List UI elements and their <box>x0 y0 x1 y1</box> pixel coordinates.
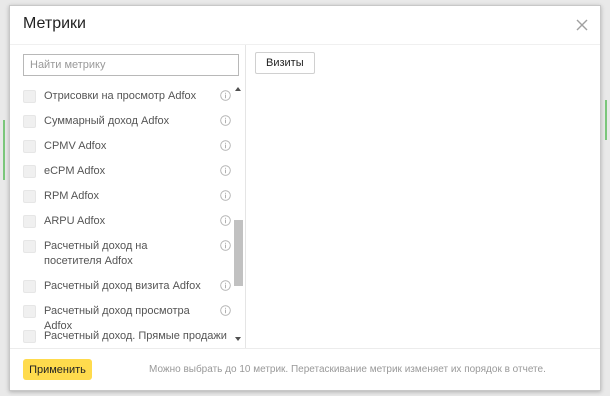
info-icon[interactable] <box>220 190 231 201</box>
list-item[interactable]: ARPU Adfox <box>23 214 231 229</box>
list-item[interactable]: RPM Adfox <box>23 189 231 204</box>
info-icon[interactable] <box>220 165 231 176</box>
list-scrollbar[interactable] <box>232 82 245 346</box>
apply-button[interactable]: Применить <box>23 359 92 380</box>
info-icon[interactable] <box>220 240 231 251</box>
info-icon[interactable] <box>220 215 231 226</box>
metric-checkbox[interactable] <box>23 90 36 103</box>
metric-search-input[interactable] <box>23 54 239 76</box>
metric-label: Расчетный доход на посетителя Adfox <box>44 240 148 267</box>
scrollbar-thumb[interactable] <box>234 220 243 286</box>
info-icon[interactable] <box>220 115 231 126</box>
background-chart-line <box>3 120 5 180</box>
scroll-down-arrow-icon[interactable] <box>235 337 241 341</box>
info-icon[interactable] <box>220 140 231 151</box>
metrics-dialog: Метрики Отрисовки на просмотр Adfox Сумм… <box>9 5 601 391</box>
dialog-title: Метрики <box>23 15 86 32</box>
metric-label: Суммарный доход Adfox <box>44 115 170 127</box>
metric-checkbox[interactable] <box>23 280 36 293</box>
list-item[interactable]: Расчетный доход визита Adfox <box>23 279 231 294</box>
metric-label: eCPM Adfox <box>44 165 106 177</box>
metric-checkbox[interactable] <box>23 330 36 343</box>
metric-checkbox[interactable] <box>23 140 36 153</box>
list-item[interactable]: CPMV Adfox <box>23 139 231 154</box>
metrics-list: Отрисовки на просмотр Adfox Суммарный до… <box>10 82 246 346</box>
metrics-picker-pane: Отрисовки на просмотр Adfox Суммарный до… <box>10 45 246 348</box>
metric-label: Расчетный доход визита Adfox <box>44 280 201 292</box>
metric-label: CPMV Adfox <box>44 140 107 152</box>
metric-label: Расчетный доход. Прямые продажи <box>44 330 227 342</box>
metric-checkbox[interactable] <box>23 240 36 253</box>
info-icon[interactable] <box>220 280 231 291</box>
background-chart-line <box>605 100 607 140</box>
metric-label: RPM Adfox <box>44 190 100 202</box>
scroll-up-arrow-icon[interactable] <box>235 87 241 91</box>
list-item[interactable]: Суммарный доход Adfox <box>23 114 231 129</box>
metric-checkbox[interactable] <box>23 190 36 203</box>
metric-label: Отрисовки на просмотр Adfox <box>44 90 197 102</box>
footer-divider <box>10 348 600 349</box>
info-icon[interactable] <box>220 90 231 101</box>
list-item[interactable]: Отрисовки на просмотр Adfox <box>23 89 231 104</box>
metric-checkbox[interactable] <box>23 305 36 318</box>
close-button[interactable] <box>574 17 590 33</box>
list-item[interactable]: Расчетный доход на посетителя Adfox <box>23 239 231 269</box>
list-item[interactable]: Расчетный доход. Прямые продажи <box>23 329 231 344</box>
close-icon <box>576 19 588 31</box>
footer-hint: Можно выбрать до 10 метрик. Перетаскиван… <box>149 364 546 375</box>
metric-label: ARPU Adfox <box>44 215 106 227</box>
selected-metric-chip[interactable]: Визиты <box>255 52 315 74</box>
list-item[interactable]: eCPM Adfox <box>23 164 231 179</box>
metric-checkbox[interactable] <box>23 115 36 128</box>
metric-checkbox[interactable] <box>23 165 36 178</box>
info-icon[interactable] <box>220 305 231 316</box>
metric-checkbox[interactable] <box>23 215 36 228</box>
